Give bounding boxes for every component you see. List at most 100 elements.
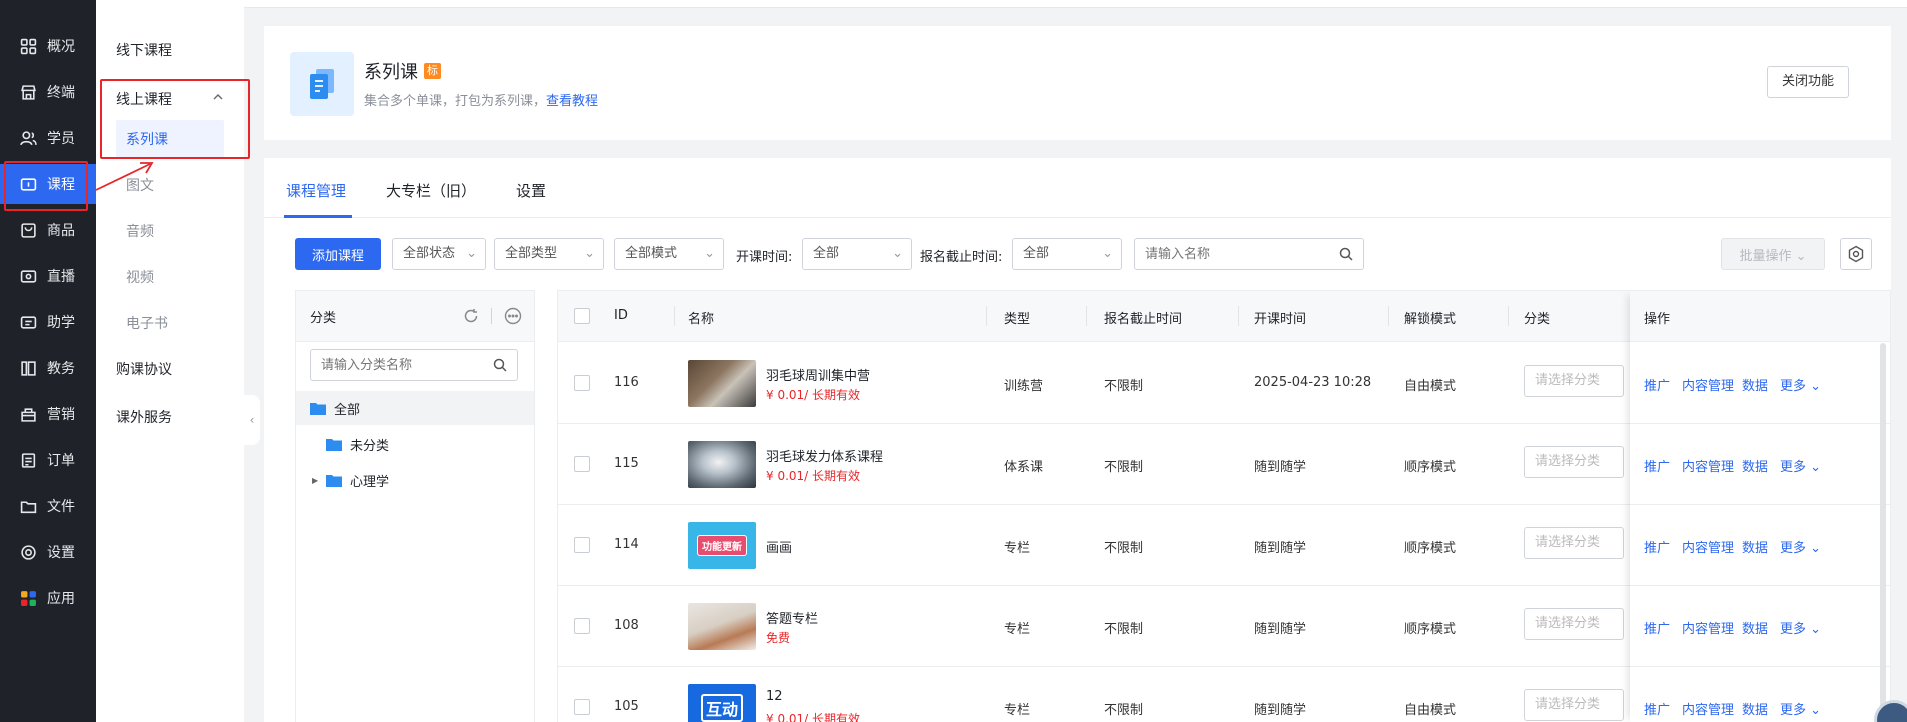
collapse-submenu-button[interactable]: ‹: [244, 395, 260, 445]
rail-item-orders[interactable]: 订单: [0, 440, 96, 480]
start-time: 2025-04-23 10:28: [1254, 375, 1372, 390]
category-select[interactable]: 请选择分类: [1524, 689, 1624, 721]
content-management-link[interactable]: 内容管理: [1682, 699, 1734, 718]
mode-filter-select[interactable]: 全部模式 ⌄: [614, 238, 724, 270]
content-management-link[interactable]: 内容管理: [1682, 456, 1734, 475]
start-time-select[interactable]: 全部 ⌄: [802, 238, 912, 270]
content-management-link[interactable]: 内容管理: [1682, 537, 1734, 556]
course-name[interactable]: 答题专栏: [766, 608, 818, 627]
more-dropdown[interactable]: 更多 ⌄: [1780, 699, 1821, 718]
more-dropdown[interactable]: 更多 ⌄: [1780, 537, 1821, 556]
course-thumbnail: 功能更新: [688, 522, 756, 569]
submenu-offline-courses[interactable]: 线下课程: [116, 40, 172, 60]
data-link[interactable]: 数据: [1742, 618, 1768, 637]
column-settings-button[interactable]: [1840, 238, 1872, 270]
store-icon: [21, 84, 36, 100]
submenu-audio[interactable]: 音频: [126, 221, 154, 241]
rail-item-live[interactable]: 直播: [0, 256, 96, 296]
rail-item-apps[interactable]: 应用: [0, 578, 96, 618]
status-filter-select[interactable]: 全部状态 ⌄: [392, 238, 486, 270]
batch-operation-button[interactable]: 批量操作 ⌄: [1721, 238, 1825, 270]
tab-big-column-old[interactable]: 大专栏（旧）: [386, 180, 476, 201]
data-link[interactable]: 数据: [1742, 537, 1768, 556]
content-management-link[interactable]: 内容管理: [1682, 618, 1734, 637]
type-filter-select[interactable]: 全部类型 ⌄: [494, 238, 604, 270]
category-select[interactable]: 请选择分类: [1524, 446, 1624, 478]
rail-label: 课程: [47, 177, 75, 193]
course-search-input[interactable]: [1135, 239, 1325, 269]
course-name[interactable]: 羽毛球发力体系课程: [766, 446, 883, 465]
submenu-extra-services[interactable]: 课外服务: [116, 407, 172, 427]
tab-settings[interactable]: 设置: [516, 180, 546, 201]
row-checkbox[interactable]: [574, 618, 590, 634]
close-feature-button[interactable]: 关闭功能: [1766, 66, 1849, 98]
annotation-arrow: [95, 162, 154, 191]
content-management-link[interactable]: 内容管理: [1682, 375, 1734, 394]
category-select[interactable]: 请选择分类: [1524, 527, 1624, 559]
select-all-checkbox[interactable]: [574, 308, 590, 324]
category-search-input[interactable]: [311, 350, 481, 380]
start-time: 随到随学: [1254, 541, 1307, 556]
course-id: 116: [614, 375, 639, 390]
course-type: 体系课: [1004, 460, 1044, 475]
submenu-ebook[interactable]: 电子书: [126, 313, 168, 333]
rail-item-goods[interactable]: 商品: [0, 210, 96, 250]
category-select[interactable]: 请选择分类: [1524, 608, 1624, 640]
row-checkbox[interactable]: [574, 456, 590, 472]
tab-course-management[interactable]: 课程管理: [286, 180, 346, 201]
rail-label: 概况: [47, 39, 75, 55]
rail-label: 学员: [47, 131, 75, 147]
row-operations: 推广 内容管理 数据 更多 ⌄: [1630, 586, 1890, 667]
course-thumbnail: 互动: [688, 684, 756, 722]
more-options-icon[interactable]: [504, 307, 522, 325]
chevron-down-icon: ⌄: [584, 246, 595, 261]
data-link[interactable]: 数据: [1742, 456, 1768, 475]
more-dropdown[interactable]: 更多 ⌄: [1780, 456, 1821, 475]
chevron-down-icon: ⌄: [1810, 541, 1822, 556]
promote-link[interactable]: 推广: [1644, 537, 1670, 556]
submenu-video[interactable]: 视频: [126, 267, 154, 287]
start-time-label: 开课时间:: [736, 250, 793, 265]
promote-link[interactable]: 推广: [1644, 456, 1670, 475]
category-item-uncategorized[interactable]: 未分类: [296, 427, 534, 461]
row-checkbox[interactable]: [574, 375, 590, 391]
grid-icon: [20, 38, 37, 54]
rail-item-study-aid[interactable]: 助学: [0, 302, 96, 342]
rail-item-settings[interactable]: 设置: [0, 532, 96, 572]
deadline-select[interactable]: 全部 ⌄: [1012, 238, 1122, 270]
category-item-psychology[interactable]: ▶ 心理学: [296, 463, 534, 497]
data-link[interactable]: 数据: [1742, 375, 1768, 394]
expand-caret-icon[interactable]: ▶: [312, 476, 320, 485]
rail-item-marketing[interactable]: 营销: [0, 394, 96, 434]
row-checkbox[interactable]: [574, 537, 590, 553]
rail-item-course[interactable]: 课程: [0, 161, 96, 211]
enroll-deadline: 不限制: [1104, 703, 1144, 718]
more-dropdown[interactable]: 更多 ⌄: [1780, 375, 1821, 394]
rail-item-terminal[interactable]: 终端: [0, 72, 96, 112]
rail-item-overview[interactable]: 概况: [0, 26, 96, 66]
gear-icon: [1848, 245, 1864, 263]
search-icon[interactable]: [493, 358, 507, 372]
promote-link[interactable]: 推广: [1644, 375, 1670, 394]
course-name[interactable]: 画画: [766, 537, 792, 556]
search-icon[interactable]: [1339, 247, 1353, 261]
course-thumbnail: [688, 441, 756, 488]
refresh-icon[interactable]: [463, 308, 479, 324]
more-dropdown[interactable]: 更多 ⌄: [1780, 618, 1821, 637]
category-item-all[interactable]: 全部: [296, 391, 534, 425]
promote-link[interactable]: 推广: [1644, 618, 1670, 637]
course-name[interactable]: 羽毛球周训集中营: [766, 365, 870, 384]
course-name[interactable]: 12: [766, 689, 783, 704]
add-course-button[interactable]: 添加课程: [295, 238, 381, 270]
table-vertical-scrollbar[interactable]: [1880, 343, 1886, 722]
rail-item-files[interactable]: 文件: [0, 486, 96, 526]
promote-link[interactable]: 推广: [1644, 699, 1670, 718]
view-tutorial-link[interactable]: 查看教程: [546, 94, 598, 109]
submenu-purchase-agreement[interactable]: 购课协议: [116, 359, 172, 379]
category-select[interactable]: 请选择分类: [1524, 365, 1624, 397]
unlock-mode: 顺序模式: [1404, 460, 1457, 475]
rail-item-academic[interactable]: 教务: [0, 348, 96, 388]
data-link[interactable]: 数据: [1742, 699, 1768, 718]
row-checkbox[interactable]: [574, 699, 590, 715]
rail-item-students[interactable]: 学员: [0, 118, 96, 158]
